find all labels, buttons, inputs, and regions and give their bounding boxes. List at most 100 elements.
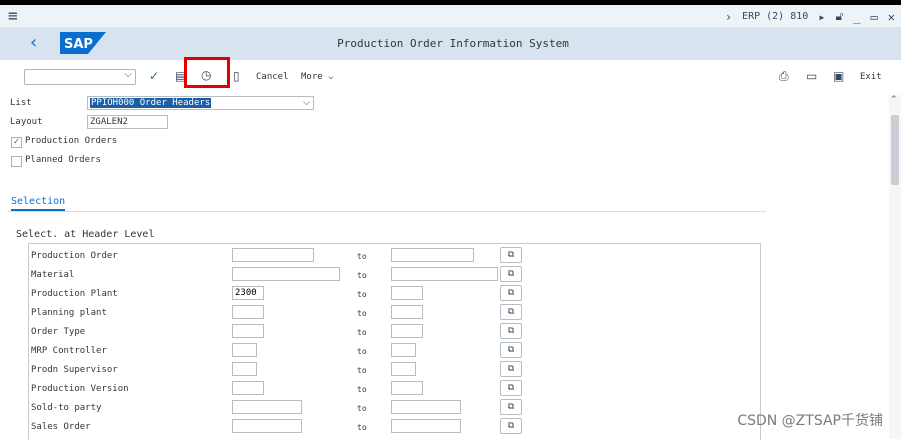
mrp-controller-from-input[interactable] xyxy=(232,343,257,357)
to-label: to xyxy=(357,404,367,413)
print-icon[interactable]: ⎙ xyxy=(779,69,789,84)
production-plant-to-input[interactable] xyxy=(391,286,423,300)
to-label: to xyxy=(357,271,367,280)
multiple-selection-icon: ⧉ xyxy=(507,269,515,279)
production-plant-from-input[interactable]: 2300 xyxy=(232,286,264,300)
prodn-supervisor-to-input[interactable] xyxy=(391,362,416,376)
chevron-right-icon[interactable]: › xyxy=(725,10,732,24)
planning-plant-from-input[interactable] xyxy=(232,305,264,319)
multiple-selection-button[interactable]: ⧉ xyxy=(500,323,522,339)
multiple-selection-icon: ⧉ xyxy=(507,383,515,393)
to-label: to xyxy=(357,423,367,432)
layout-input[interactable]: ZGALEN2 xyxy=(87,115,168,129)
screen-icon[interactable]: ▣ xyxy=(833,69,844,83)
sales-order-to-input[interactable] xyxy=(391,419,461,433)
to-label: to xyxy=(357,309,367,318)
title-bar: ‹ SAP Production Order Information Syste… xyxy=(0,28,901,60)
toolbar: ⌵ ✓ ▤ ◷ ▯ Cancel More ⌵ ⎙ ▭ ▣ Exit xyxy=(0,60,901,94)
multiple-selection-button[interactable]: ⧉ xyxy=(500,399,522,415)
mrp-controller-to-input[interactable] xyxy=(391,343,416,357)
layout-label: Layout xyxy=(10,117,43,127)
vertical-scrollbar[interactable]: ⌃ xyxy=(889,95,901,439)
page-title: Production Order Information System xyxy=(337,37,569,50)
production-order-from-input[interactable] xyxy=(232,248,314,262)
multiple-selection-icon: ⧉ xyxy=(507,326,515,336)
chevron-down-icon[interactable]: ⌵ xyxy=(303,97,310,109)
tab-selection[interactable]: Selection xyxy=(11,196,66,211)
planned-orders-checkbox[interactable] xyxy=(11,156,22,167)
watermark: CSDN @ZTSAP千货铺 xyxy=(737,413,883,429)
maximize-icon[interactable]: ▭ xyxy=(871,10,878,24)
menu-bar: ≡ › ERP (2) 810 ▸ 🔓︎ _ ▭ ✕ xyxy=(0,5,901,28)
row-label-production-order: Production Order xyxy=(31,251,118,261)
to-label: to xyxy=(357,290,367,299)
sold-to-party-from-input[interactable] xyxy=(232,400,302,414)
system-label: ERP (2) 810 xyxy=(742,11,809,22)
multiple-selection-button[interactable]: ⧉ xyxy=(500,380,522,396)
multiple-selection-icon: ⧉ xyxy=(507,421,515,431)
material-to-input[interactable] xyxy=(391,267,498,281)
command-field[interactable]: ⌵ xyxy=(24,69,136,85)
production-orders-checkbox[interactable]: ✓ xyxy=(11,137,22,148)
row-label-sales-order: Sales Order xyxy=(31,422,91,432)
sales-order-from-input[interactable] xyxy=(232,419,302,433)
to-label: to xyxy=(357,347,367,356)
multiple-selection-button[interactable]: ⧉ xyxy=(500,285,522,301)
multiple-selection-button[interactable]: ⧉ xyxy=(500,266,522,282)
row-label-planning-plant: Planning plant xyxy=(31,308,107,318)
multiple-selection-icon: ⧉ xyxy=(507,307,515,317)
lock-icon[interactable]: 🔓︎ xyxy=(836,9,844,24)
list-select[interactable]: PPIOH000 Order Headers ⌵ xyxy=(87,96,314,110)
material-from-input[interactable] xyxy=(232,267,340,281)
row-label-production-version: Production Version xyxy=(31,384,129,394)
row-label-sold-to-party: Sold-to party xyxy=(31,403,102,413)
production-version-from-input[interactable] xyxy=(232,381,264,395)
order-type-from-input[interactable] xyxy=(232,324,264,338)
row-label-production-plant: Production Plant xyxy=(31,289,118,299)
to-label: to xyxy=(357,328,367,337)
chevron-down-icon: ⌵ xyxy=(328,72,334,82)
highlight-box xyxy=(184,57,230,88)
sold-to-party-to-input[interactable] xyxy=(391,400,461,414)
to-label: to xyxy=(357,366,367,375)
exit-button[interactable]: Exit xyxy=(860,72,882,82)
production-order-to-input[interactable] xyxy=(391,248,474,262)
planning-plant-to-input[interactable] xyxy=(391,305,423,319)
multiple-selection-button[interactable]: ⧉ xyxy=(500,304,522,320)
close-icon[interactable]: ✕ xyxy=(888,10,895,24)
prodn-supervisor-from-input[interactable] xyxy=(232,362,257,376)
to-label: to xyxy=(357,252,367,261)
more-label: More xyxy=(301,72,323,82)
copy-icon[interactable]: ▯ xyxy=(233,69,240,83)
multiple-selection-icon: ⧉ xyxy=(507,250,515,260)
order-type-to-input[interactable] xyxy=(391,324,423,338)
to-label: to xyxy=(357,385,367,394)
list-label: List xyxy=(10,98,32,108)
minimize-icon[interactable]: _ xyxy=(853,10,860,24)
multiple-selection-icon: ⧉ xyxy=(507,402,515,412)
more-button[interactable]: More ⌵ xyxy=(301,72,334,82)
group-title: Select. at Header Level xyxy=(16,229,155,240)
cancel-button[interactable]: Cancel xyxy=(256,72,289,82)
scrollbar-thumb[interactable] xyxy=(891,115,899,185)
window-icon[interactable]: ▭ xyxy=(806,69,817,83)
row-label-prodn-supervisor: Prodn Supervisor xyxy=(31,365,118,375)
multiple-selection-button[interactable]: ⧉ xyxy=(500,342,522,358)
multiple-selection-icon: ⧉ xyxy=(507,364,515,374)
menu-icon[interactable]: ≡ xyxy=(8,6,18,25)
play-icon[interactable]: ▸ xyxy=(818,10,825,24)
row-label-order-type: Order Type xyxy=(31,327,86,337)
multiple-selection-button[interactable]: ⧉ xyxy=(500,247,522,263)
multiple-selection-button[interactable]: ⧉ xyxy=(500,418,522,434)
planned-orders-label: Planned Orders xyxy=(25,155,101,165)
chevron-down-icon[interactable]: ⌵ xyxy=(124,69,132,80)
production-orders-label: Production Orders xyxy=(25,136,118,146)
row-label-material: Material xyxy=(31,270,75,280)
production-version-to-input[interactable] xyxy=(391,381,423,395)
multiple-selection-icon: ⧉ xyxy=(507,345,515,355)
execute-check-icon[interactable]: ✓ xyxy=(149,69,159,83)
list-value: PPIOH000 Order Headers xyxy=(90,98,212,108)
scroll-up-icon[interactable]: ⌃ xyxy=(890,95,898,105)
multiple-selection-button[interactable]: ⧉ xyxy=(500,361,522,377)
row-label-mrp-controller: MRP Controller xyxy=(31,346,107,356)
